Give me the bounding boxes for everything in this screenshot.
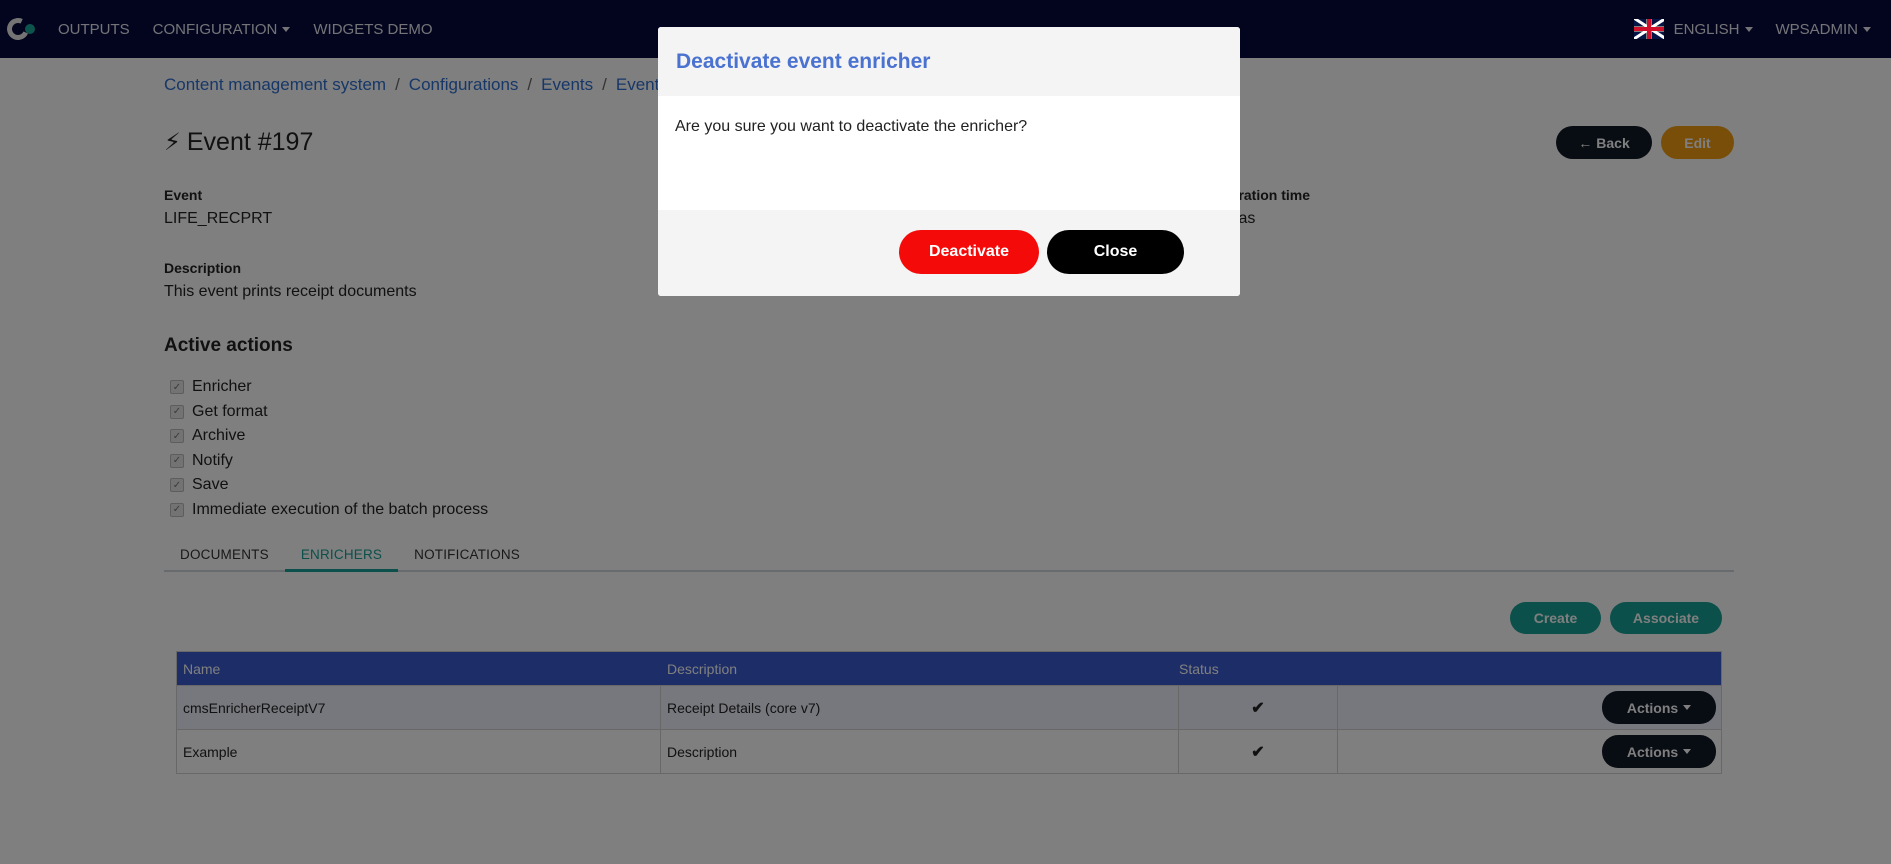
- dialog-title: Deactivate event enricher: [676, 49, 931, 73]
- deactivate-enricher-dialog: Deactivate event enricher Are you sure y…: [658, 27, 1240, 296]
- dialog-body: Are you sure you want to deactivate the …: [658, 96, 1240, 210]
- deactivate-button-label: Deactivate: [928, 243, 1010, 260]
- uk-flag-icon: [1633, 19, 1664, 39]
- deactivate-button[interactable]: Deactivate: [899, 230, 1039, 274]
- dialog-message: Are you sure you want to deactivate the …: [675, 118, 1028, 135]
- close-button-label: Close: [1093, 243, 1138, 260]
- dialog-footer: Deactivate Close: [658, 210, 1240, 296]
- dialog-header: Deactivate event enricher: [658, 27, 1240, 96]
- close-button[interactable]: Close: [1047, 230, 1184, 274]
